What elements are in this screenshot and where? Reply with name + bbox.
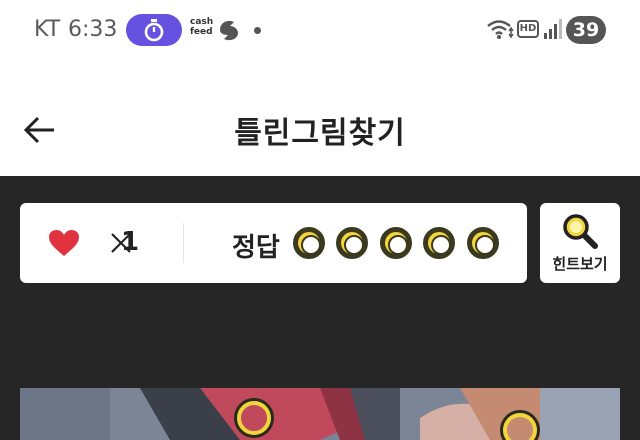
answer-slot <box>293 227 325 259</box>
carrier-label: KT <box>34 17 61 42</box>
signal-icon <box>544 19 562 39</box>
battery-icon: 39 <box>566 16 606 44</box>
game-area: 1 정답 힌트보기 <box>0 176 640 440</box>
page-title: 틀린그림찾기 <box>234 116 406 151</box>
puzzle-image[interactable] <box>20 388 620 440</box>
wifi-icon <box>487 20 514 39</box>
hint-label: 힌트보기 <box>552 255 608 273</box>
dot-icon <box>254 27 261 34</box>
answer-slot <box>336 227 368 259</box>
swirl-icon <box>220 20 238 41</box>
heart-icon <box>49 230 79 256</box>
answer-label: 정답 <box>232 233 280 263</box>
hint-button[interactable]: 힌트보기 <box>540 203 620 283</box>
card-divider <box>183 223 184 263</box>
timer-icon <box>144 19 164 42</box>
lives-count: 1 <box>121 227 140 257</box>
score-card: 1 정답 <box>20 203 527 283</box>
hd-icon: HD <box>517 20 539 38</box>
found-marker <box>234 398 274 438</box>
status-bar: KT 6:33 cash feed HD 39 <box>0 0 640 62</box>
cashfeed-icon: cash feed <box>190 17 214 37</box>
app-header: 틀린그림찾기 <box>0 62 640 176</box>
magnifier-icon <box>563 214 598 249</box>
answer-slot <box>467 227 499 259</box>
answer-slot <box>380 227 412 259</box>
timer-pill[interactable] <box>126 14 182 46</box>
clock-time: 6:33 <box>68 17 118 42</box>
answer-slot <box>423 227 455 259</box>
